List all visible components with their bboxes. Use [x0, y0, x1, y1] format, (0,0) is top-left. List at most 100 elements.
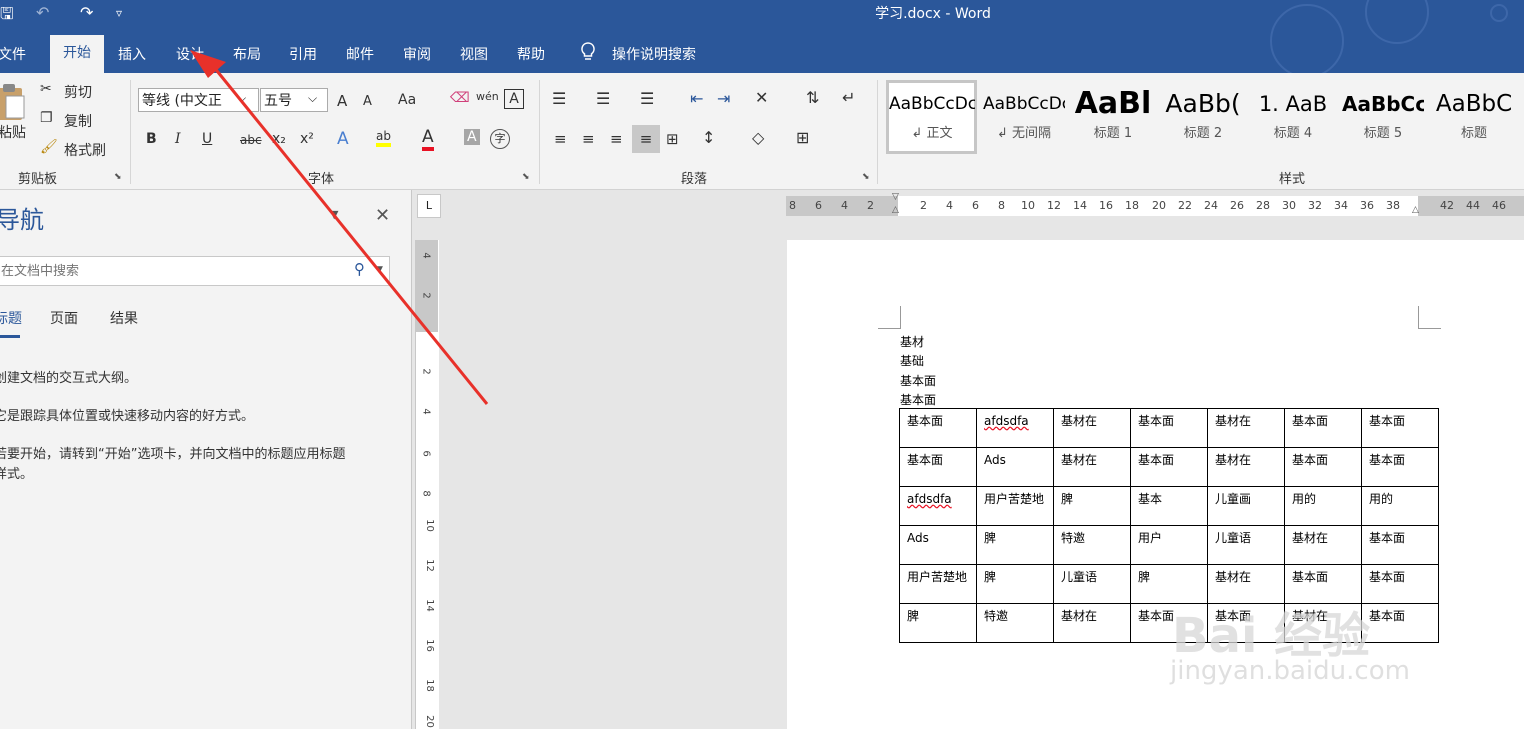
misspelled-word[interactable]: afdsdfa — [984, 414, 1029, 428]
table-cell[interactable]: 基材在 — [1053, 447, 1131, 487]
table-cell[interactable]: 基本面 — [1361, 447, 1439, 487]
doc-line[interactable]: 基本面 — [900, 391, 936, 408]
decrease-indent-icon[interactable]: ⇤ — [690, 89, 703, 108]
subscript-button[interactable]: x₂ — [272, 131, 286, 147]
cut-button[interactable]: 剪切 — [64, 82, 92, 102]
table-cell[interactable]: 基本面 — [1361, 408, 1439, 448]
tab-design[interactable]: 设计 — [176, 44, 204, 64]
search-icon[interactable]: ⚲ — [354, 260, 365, 278]
chevron-down-icon[interactable]: ▼ — [376, 265, 383, 275]
table-cell[interactable]: 基本面 — [1284, 408, 1362, 448]
table-cell[interactable]: 基材在 — [1207, 447, 1285, 487]
tab-layout[interactable]: 布局 — [233, 44, 261, 64]
grow-font-button[interactable]: A — [337, 92, 347, 110]
table-cell[interactable]: 脾 — [976, 525, 1054, 565]
table-cell[interactable]: afdsdfa — [899, 486, 977, 526]
table-cell[interactable]: 用户苦楚地 — [976, 486, 1054, 526]
nav-tab-headings[interactable]: 标题 — [0, 308, 22, 328]
table-cell[interactable]: 儿童画 — [1207, 486, 1285, 526]
char-shading-button[interactable]: A — [464, 129, 480, 145]
format-painter-button[interactable]: 格式刷 — [64, 140, 106, 160]
table-cell[interactable]: 基本 — [1130, 486, 1208, 526]
table-cell[interactable]: 用户苦楚地 — [899, 564, 977, 604]
style-heading-1[interactable]: AaBl 标题 1 — [1072, 80, 1154, 154]
asian-layout-icon[interactable]: ✕ — [755, 88, 768, 107]
doc-line[interactable]: 基础 — [900, 352, 924, 369]
nav-search-box[interactable] — [0, 256, 390, 286]
table-cell[interactable]: 儿童语 — [1207, 525, 1285, 565]
table-cell[interactable]: 基本面 — [1130, 447, 1208, 487]
table-cell[interactable]: 基本面 — [1361, 564, 1439, 604]
tab-review[interactable]: 审阅 — [403, 44, 431, 64]
justify-icon[interactable]: ≡ — [632, 125, 660, 153]
table-cell[interactable]: 用的 — [1361, 486, 1439, 526]
table-cell[interactable]: afdsdfa — [976, 408, 1054, 448]
borders-icon[interactable]: ⊞ — [796, 128, 809, 147]
table-cell[interactable]: Ads — [976, 447, 1054, 487]
style-heading-5[interactable]: AaBbCc 标题 5 — [1342, 80, 1424, 154]
tab-mailings[interactable]: 邮件 — [346, 44, 374, 64]
table-cell[interactable]: 基本面 — [1130, 408, 1208, 448]
strikethrough-button[interactable]: abc — [240, 133, 262, 147]
table-cell[interactable]: 儿童语 — [1053, 564, 1131, 604]
table-cell[interactable]: 脾 — [899, 603, 977, 643]
table-cell[interactable]: 用的 — [1284, 486, 1362, 526]
tell-me-search[interactable]: 操作说明搜索 — [612, 44, 696, 64]
style-title[interactable]: AaBbC 标题 — [1432, 80, 1516, 154]
show-marks-icon[interactable]: ↵ — [842, 88, 855, 107]
bullets-icon[interactable]: ☰ — [552, 89, 566, 108]
style-heading-2[interactable]: AaBb( 标题 2 — [1162, 80, 1244, 154]
numbering-icon[interactable]: ☰ — [596, 89, 610, 108]
underline-button[interactable]: U — [202, 131, 212, 147]
dialog-launcher-icon[interactable]: ⬊ — [522, 172, 530, 182]
nav-search-input[interactable] — [0, 257, 343, 285]
copy-button[interactable]: 复制 — [64, 111, 92, 131]
hanging-indent-marker[interactable]: △ — [892, 205, 899, 215]
dialog-launcher-icon[interactable]: ⬊ — [114, 172, 122, 182]
nav-tab-pages[interactable]: 页面 — [50, 308, 78, 328]
font-color-button[interactable]: A — [422, 127, 434, 151]
tab-selector[interactable]: L — [417, 194, 441, 218]
doc-line[interactable]: 基材 — [900, 333, 924, 350]
line-spacing-icon[interactable]: ↕ — [702, 128, 715, 147]
font-size-combo[interactable]: 五号 — [260, 88, 328, 112]
table-cell[interactable]: 基本面 — [1361, 603, 1439, 643]
table-cell[interactable]: 特邀 — [1053, 525, 1131, 565]
align-left-icon[interactable]: ≡ — [554, 130, 567, 148]
table-cell[interactable]: 特邀 — [976, 603, 1054, 643]
tab-insert[interactable]: 插入 — [118, 44, 146, 64]
increase-indent-icon[interactable]: ⇥ — [717, 89, 730, 108]
tab-help[interactable]: 帮助 — [517, 44, 545, 64]
align-right-icon[interactable]: ≡ — [610, 130, 623, 148]
italic-button[interactable]: I — [175, 131, 181, 147]
align-center-icon[interactable]: ≡ — [582, 130, 595, 148]
clear-formatting-icon[interactable]: ⌫ — [450, 90, 470, 106]
paste-icon[interactable] — [0, 82, 26, 122]
chevron-down-icon[interactable]: ⌵ — [308, 91, 317, 106]
table-cell[interactable]: 基本面 — [899, 447, 977, 487]
table-cell[interactable]: 基材在 — [1284, 525, 1362, 565]
table-cell[interactable]: 基本面 — [899, 408, 977, 448]
style-normal[interactable]: AaBbCcDc ↲ 正文 — [889, 80, 975, 154]
close-icon[interactable]: ✕ — [375, 205, 390, 226]
table-cell[interactable]: 用户 — [1130, 525, 1208, 565]
pane-options-icon[interactable]: ▼ — [330, 208, 338, 221]
table-cell[interactable]: 基材在 — [1053, 408, 1131, 448]
phonetic-guide-button[interactable]: wén — [476, 90, 499, 103]
chevron-down-icon[interactable]: ⌵ — [237, 91, 246, 106]
table-cell[interactable]: 基材在 — [1053, 603, 1131, 643]
style-no-spacing[interactable]: AaBbCcDc ↲ 无间隔 — [983, 80, 1065, 154]
bold-button[interactable]: B — [146, 131, 157, 147]
tab-view[interactable]: 视图 — [460, 44, 488, 64]
table-cell[interactable]: 基材在 — [1207, 408, 1285, 448]
table-cell[interactable]: Ads — [899, 525, 977, 565]
highlight-button[interactable]: ab — [376, 129, 391, 147]
table-cell[interactable]: 基本面 — [1284, 447, 1362, 487]
right-indent-marker[interactable]: △ — [1412, 205, 1419, 215]
enclose-chars-button[interactable]: 字 — [490, 129, 510, 149]
style-heading-4[interactable]: 1. AaB 标题 4 — [1252, 80, 1334, 154]
dialog-launcher-icon[interactable]: ⬊ — [862, 172, 870, 182]
sort-icon[interactable]: ⇅ — [806, 88, 819, 107]
tab-home[interactable]: 开始 — [50, 35, 104, 73]
misspelled-word[interactable]: afdsdfa — [907, 492, 952, 506]
